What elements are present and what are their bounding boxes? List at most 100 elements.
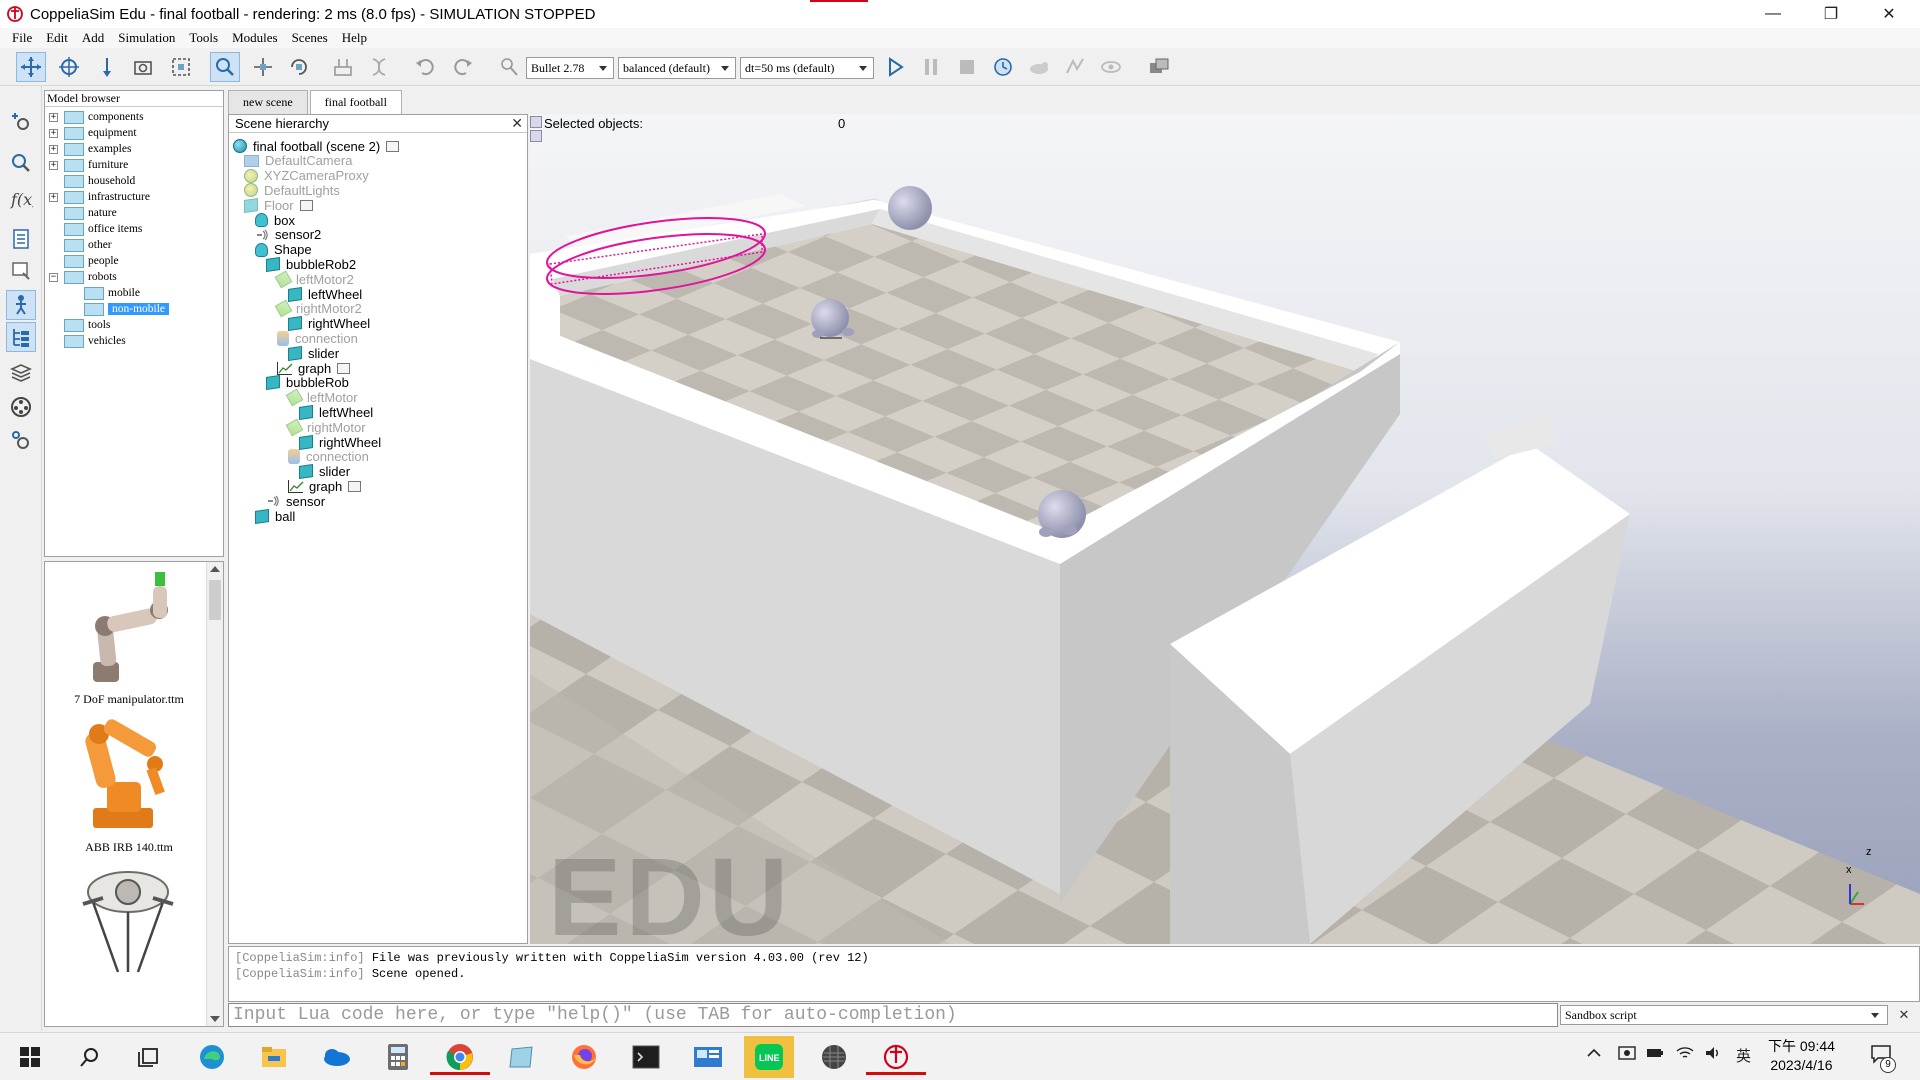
model-thumbnails[interactable]: 7 DoF manipulator.ttm ABB IRB 140.ttm [44,561,224,1027]
model-folder-item[interactable]: + examples [49,141,131,157]
model-folder-item[interactable]: household [49,173,135,189]
menu-modules[interactable]: Modules [232,30,278,46]
ball[interactable] [888,186,932,230]
physics-engine-select[interactable]: Bullet 2.78 [526,57,614,79]
edge-browser-icon[interactable] [194,1039,230,1075]
menu-scenes[interactable]: Scenes [292,30,328,46]
model-folder-item[interactable]: people [49,253,119,269]
file-explorer-icon[interactable] [256,1039,292,1075]
scene-hierarchy-toggle-icon[interactable] [6,322,36,352]
menu-help[interactable]: Help [342,30,367,46]
model-folder-item[interactable]: + infrastructure [49,189,150,205]
script-icon[interactable] [386,140,400,152]
abb-robot-thumbnail[interactable] [63,712,193,836]
video-recorder-icon[interactable] [6,392,36,422]
expand-icon[interactable]: + [49,160,58,170]
layers-icon[interactable] [6,358,36,388]
calculation-modules-icon[interactable]: f(x) [6,184,36,214]
model-folder-item[interactable]: + components [49,109,144,125]
battery-icon[interactable] [1646,1045,1664,1065]
menu-simulation[interactable]: Simulation [118,30,175,46]
redo-icon[interactable] [448,52,478,82]
taskbar-clock[interactable]: 下午 09:44 2023/4/16 [1768,1037,1835,1075]
model-folder-item[interactable]: other [49,237,112,253]
camera-pan-icon[interactable] [16,52,46,82]
collections-icon[interactable] [6,224,36,254]
object-shift-icon[interactable] [248,52,278,82]
assemble-icon[interactable] [328,52,358,82]
close-icon[interactable]: ✕ [1894,1005,1914,1025]
viewport-info-toggle-icon[interactable] [530,130,542,142]
scroll-down-icon[interactable] [210,1016,220,1022]
scene-viewport[interactable]: x z EDU Selected objects: 0 [530,114,1920,944]
fit-to-view-icon[interactable] [166,52,196,82]
menu-edit[interactable]: Edit [46,30,68,46]
wifi-icon[interactable] [1676,1045,1694,1065]
sphere-app-icon[interactable] [816,1039,852,1075]
bubblerob[interactable] [1038,490,1086,538]
coppeliasim-taskbar-icon[interactable] [866,1039,926,1075]
object-select-icon[interactable] [210,52,240,82]
model-folder-item[interactable]: non-mobile [69,301,170,317]
user-settings-icon[interactable] [6,426,36,456]
dynamics-toggle-icon[interactable] [494,52,524,82]
control-panel-icon[interactable] [690,1039,726,1075]
line-app-icon[interactable]: LINE [744,1036,794,1078]
model-folder-item[interactable]: office items [49,221,142,237]
manipulator-thumbnail[interactable] [63,568,193,688]
slow-down-icon[interactable] [1024,52,1054,82]
model-folder-item[interactable]: tools [49,317,110,333]
model-folder-item[interactable]: vehicles [49,333,126,349]
tab-final-football[interactable]: final football [309,90,402,114]
expand-icon[interactable]: + [49,112,58,122]
model-folder-item[interactable]: − robots [49,269,117,285]
undo-icon[interactable] [410,52,440,82]
menu-tools[interactable]: Tools [189,30,218,46]
tray-app-icon[interactable] [1618,1045,1636,1065]
close-button[interactable]: ✕ [1860,0,1918,28]
scene-render[interactable] [530,114,1920,944]
menu-file[interactable]: File [12,30,32,46]
pause-icon[interactable] [916,52,946,82]
timestep-select[interactable]: dt=50 ms (default) [740,57,874,79]
scripts-icon[interactable] [6,256,36,286]
script-icon[interactable] [337,362,351,374]
expand-icon[interactable]: + [49,192,58,202]
calculator-icon[interactable] [380,1039,416,1075]
viewport-info-toggle-icon[interactable] [530,116,542,128]
transfer-dna-icon[interactable] [364,52,394,82]
search-icon[interactable] [72,1039,108,1075]
stop-icon[interactable] [952,52,982,82]
realtime-icon[interactable] [988,52,1018,82]
chrome-icon[interactable] [430,1039,490,1075]
model-browser-toggle-icon[interactable] [6,290,36,320]
thumbnail-scrollbar[interactable] [206,562,223,1026]
scroll-thumb[interactable] [209,580,221,620]
model-folder-item[interactable]: mobile [69,285,140,301]
lua-command-input[interactable]: Input Lua code here, or type "help()" (u… [228,1003,1558,1027]
terminal-icon[interactable] [628,1039,664,1075]
accuracy-select[interactable]: balanced (default) [618,57,736,79]
script-select[interactable]: Sandbox script [1560,1005,1888,1025]
expand-icon[interactable]: + [49,128,58,138]
script-icon[interactable] [348,480,362,492]
close-icon[interactable]: ✕ [511,115,523,132]
simulation-settings-icon[interactable] [6,108,36,138]
model-folder-item[interactable]: + equipment [49,125,137,141]
chevron-up-icon[interactable] [1586,1045,1602,1065]
ime-indicator[interactable]: 英 [1736,1045,1751,1066]
collapse-icon[interactable]: − [49,272,58,282]
maximize-button[interactable]: ❐ [1802,0,1860,28]
visualization-toggle-icon[interactable] [1096,52,1126,82]
minimize-button[interactable]: — [1744,0,1802,28]
task-view-icon[interactable] [130,1039,166,1075]
play-icon[interactable] [880,52,910,82]
windows-start-icon[interactable] [12,1039,48,1075]
firefox-icon[interactable] [566,1039,602,1075]
object-rotate-icon[interactable] [284,52,314,82]
camera-rotate-icon[interactable] [54,52,84,82]
menu-add[interactable]: Add [82,30,104,46]
expand-icon[interactable]: + [49,144,58,154]
onedrive-icon[interactable] [318,1039,354,1075]
speed-up-icon[interactable] [1060,52,1090,82]
